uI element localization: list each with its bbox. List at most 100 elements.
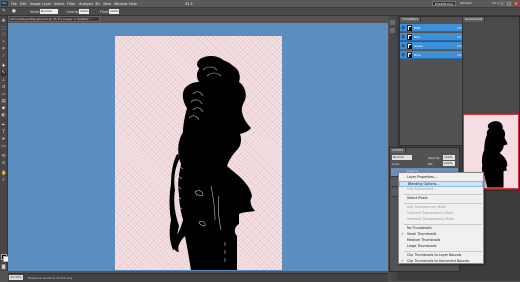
menu-item-label: Large Thumbnails — [407, 244, 437, 248]
pen-tool-icon[interactable]: ✒ — [1, 123, 6, 128]
visibility-eye-icon[interactable]: 👁 — [401, 26, 405, 30]
menu-item-edit-adjustment[interactable]: Edit Adjustment... — [399, 187, 483, 193]
channel-list: 👁 RGB Ctrl+2 👁 Red Ctrl+3 👁 Green Ctrl+4… — [400, 24, 469, 64]
gradient-tool-icon[interactable]: ▤ — [1, 99, 6, 104]
tab-channels[interactable]: CHANNELS — [400, 17, 422, 22]
zoom-level-readout[interactable]: 33.3 — [185, 2, 193, 6]
brush-tool-icon[interactable]: ✎ — [1, 71, 6, 76]
eyedropper-tool-icon[interactable]: ⁄ — [1, 54, 6, 59]
healing-tool-icon[interactable]: ✚ — [1, 64, 6, 69]
menu-layer[interactable]: Layer — [42, 2, 51, 6]
menu-filter[interactable]: Filter — [67, 2, 75, 6]
maximize-icon[interactable]: □ — [506, 1, 512, 6]
flow-field[interactable]: 100% — [109, 9, 119, 14]
menu-item-subtract-transparency-mask[interactable]: Subtract Transparency Mask — [399, 211, 483, 217]
menu-edit[interactable]: Edit — [20, 2, 27, 6]
visibility-eye-icon[interactable]: 👁 — [401, 35, 405, 39]
checkmark-icon: ✓ — [401, 259, 404, 263]
blend-mode-select[interactable]: Normal — [392, 155, 412, 160]
opacity-field[interactable]: 100% — [79, 9, 89, 14]
menu-item-clip-layer-bounds[interactable]: Clip Thumbnails to Layer Bounds — [399, 253, 483, 259]
menu-item-label: Small Thumbnails — [407, 232, 437, 236]
quick-select-tool-icon[interactable]: ✧ — [1, 40, 6, 45]
menu-item-layer-properties[interactable]: Layer Properties... — [399, 175, 483, 181]
menu-select[interactable]: Select — [54, 2, 64, 6]
menu-item-no-thumbnails[interactable]: No Thumbnails — [399, 226, 483, 232]
hand-tool-icon[interactable]: ✋ — [1, 171, 7, 176]
channel-row[interactable]: 👁 Blue Ctrl+5 — [400, 51, 469, 59]
history-brush-tool-icon[interactable]: ↺ — [1, 85, 6, 90]
menu-separator — [404, 224, 482, 225]
clone-stamp-tool-icon[interactable]: ⊥ — [1, 78, 6, 83]
menu-file[interactable]: File — [11, 2, 17, 6]
options-bar: ✎ ● Mode: Normal Opacity: 100% Flow: 100… — [0, 8, 520, 16]
menu-item-label: No Thumbnails — [407, 226, 432, 230]
move-tool-icon[interactable]: ✥ — [1, 19, 6, 24]
menu-analysis[interactable]: Analysis — [79, 2, 93, 6]
document-canvas[interactable] — [115, 36, 282, 270]
blur-tool-icon[interactable]: ◆ — [1, 106, 6, 111]
menu-view[interactable]: View — [103, 2, 111, 6]
tab-layers[interactable]: LAYERS — [390, 148, 407, 153]
channel-row[interactable]: 👁 Red Ctrl+3 — [400, 33, 469, 41]
menu-separator — [404, 203, 482, 204]
dodge-tool-icon[interactable]: ◐ — [1, 113, 6, 118]
channels-panel: CHANNELS 👁 RGB Ctrl+2 👁 Red Ctrl+3 👁 Gre… — [399, 16, 470, 146]
layer-opacity-label: Opacity: — [428, 156, 441, 160]
tab-navigator[interactable]: NAVIGATOR — [463, 17, 486, 22]
checkmark-icon: ✓ — [401, 232, 404, 236]
close-icon[interactable]: × — [513, 1, 519, 6]
menu-item-blending-options[interactable]: Blending Options... — [399, 181, 483, 187]
menu-item-large-thumbnails[interactable]: Large Thumbnails — [399, 244, 483, 250]
silhouette-image — [169, 56, 255, 270]
menu-3d[interactable]: 3D — [95, 2, 100, 6]
channel-thumbnail — [407, 34, 412, 40]
eraser-tool-icon[interactable]: ▱ — [1, 92, 6, 97]
menu-item-label: Layer Properties... — [407, 175, 438, 179]
menu-item-add-transparency-mask[interactable]: Add Transparency Mask — [399, 205, 483, 211]
tools-panel: ✥ ⬚ ➰ ✧ ⌗ ⁄ ✚ ✎ ⊥ ↺ ▱ ▤ ◆ ◐ ✒ T ➤ ▭ ⟲ ⊙ … — [0, 16, 9, 271]
3d-rotate-tool-icon[interactable]: ⟲ — [1, 154, 6, 159]
mode-select[interactable]: Normal — [40, 9, 58, 14]
visibility-eye-icon[interactable]: 👁 — [401, 53, 405, 57]
visibility-eye-icon[interactable]: 👁 — [401, 44, 405, 48]
menu-item-label: Edit Adjustment... — [407, 187, 437, 191]
channel-name: Blue — [414, 53, 421, 57]
history-panel-icon[interactable] — [390, 20, 395, 25]
actions-panel-icon[interactable] — [390, 28, 395, 33]
menu-item-label: Add Transparency Mask — [407, 205, 446, 209]
channel-row[interactable]: 👁 Green Ctrl+4 — [400, 42, 469, 50]
workspace-essentials-button[interactable]: ESSENTIALS — [432, 1, 456, 6]
menu-item-medium-thumbnails[interactable]: Medium Thumbnails — [399, 238, 483, 244]
channel-name: Green — [414, 44, 424, 48]
window-controls: – □ × — [498, 1, 519, 6]
brush-tool-icon[interactable]: ✎ — [2, 9, 6, 14]
menu-image[interactable]: Image — [30, 2, 41, 6]
menu-item-select-pixels[interactable]: Select Pixels — [399, 196, 483, 202]
3d-camera-tool-icon[interactable]: ⊙ — [1, 161, 6, 166]
menu-help[interactable]: Help — [129, 2, 137, 6]
lasso-tool-icon[interactable]: ➰ — [1, 33, 7, 38]
workspace-design-button[interactable]: DESIGN — [458, 1, 486, 6]
minimize-icon[interactable]: – — [499, 1, 505, 6]
menu-item-small-thumbnails[interactable]: ✓ Small Thumbnails — [399, 232, 483, 238]
layer-opacity-field[interactable]: 100% — [443, 155, 455, 160]
channel-thumbnail — [407, 25, 412, 31]
status-zoom-field[interactable]: 33.33% — [9, 275, 23, 280]
zoom-tool-icon[interactable]: ⌕ — [1, 178, 6, 183]
menu-item-intersect-transparency-mask[interactable]: Intersect Transparency Mask — [399, 217, 483, 223]
brush-preset-icon[interactable]: ● — [12, 9, 16, 14]
menu-item-label: Medium Thumbnails — [407, 238, 441, 242]
document-tab[interactable]: silhouette-profile-girl.psd @ 33.3% (Lay… — [8, 16, 100, 22]
fill-field[interactable]: 100% — [443, 161, 455, 166]
type-tool-icon[interactable]: T — [1, 130, 6, 135]
menu-item-clip-document-bounds[interactable]: ✓ Clip Thumbnails to Document Bounds — [399, 259, 483, 265]
quick-mask-icon[interactable]: ◙ — [1, 265, 6, 270]
flow-label: Flow: — [100, 9, 109, 14]
channel-row[interactable]: 👁 RGB Ctrl+2 — [400, 24, 469, 32]
menu-window[interactable]: Window — [114, 2, 127, 6]
crop-tool-icon[interactable]: ⌗ — [1, 47, 6, 52]
path-select-tool-icon[interactable]: ➤ — [1, 137, 6, 142]
shape-tool-icon[interactable]: ▭ — [1, 144, 6, 149]
marquee-tool-icon[interactable]: ⬚ — [1, 26, 6, 31]
